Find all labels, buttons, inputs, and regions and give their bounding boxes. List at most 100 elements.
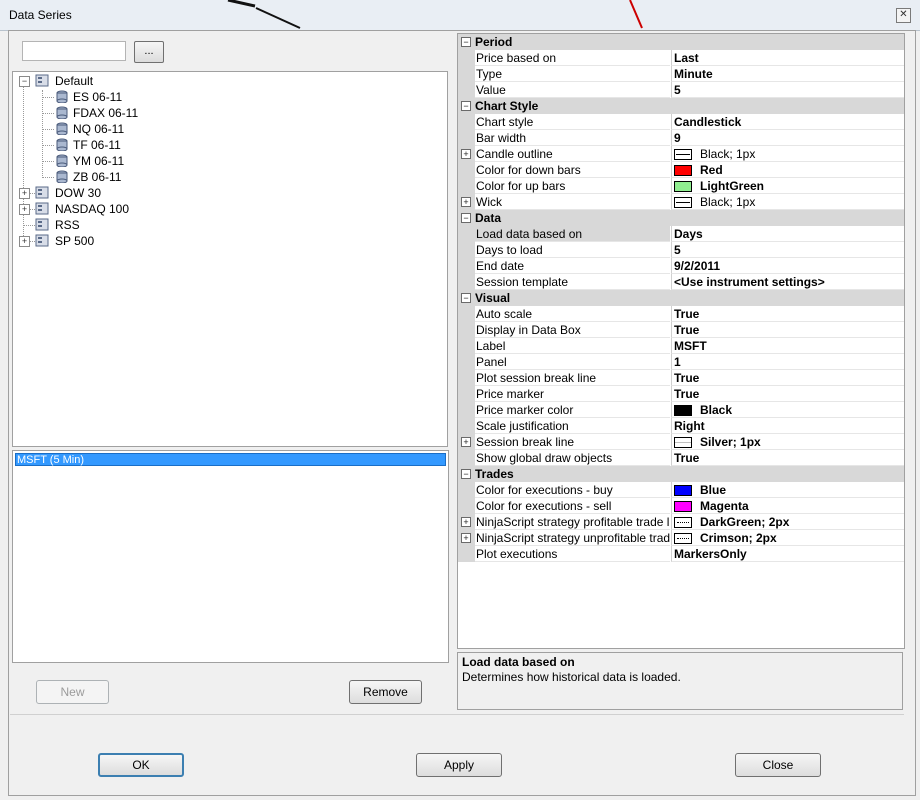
property-row[interactable]: Type Minute (458, 66, 904, 82)
property-value[interactable]: Minute (671, 66, 904, 82)
row-gutter (458, 482, 475, 498)
tree-node-sp500[interactable]: + SP 500 (17, 233, 217, 249)
property-row[interactable]: Price marker color Black (458, 402, 904, 418)
property-value[interactable]: Candlestick (671, 114, 904, 130)
property-value[interactable]: 9 (671, 130, 904, 146)
property-row[interactable]: Chart style Candlestick (458, 114, 904, 130)
tree-leaf[interactable]: TF 06-11 (37, 137, 237, 153)
tree-leaf[interactable]: ZB 06-11 (37, 169, 237, 185)
property-value[interactable]: Magenta (671, 498, 904, 514)
property-row[interactable]: Color for down bars Red (458, 162, 904, 178)
property-value[interactable]: 9/2/2011 (671, 258, 904, 274)
property-value[interactable]: Red (671, 162, 904, 178)
tree-leaf[interactable]: ES 06-11 (37, 89, 237, 105)
property-row[interactable]: Display in Data Box True (458, 322, 904, 338)
property-value[interactable]: True (671, 322, 904, 338)
property-value[interactable]: Last (671, 50, 904, 66)
tree-leaf[interactable]: YM 06-11 (37, 153, 237, 169)
property-value[interactable]: Right (671, 418, 904, 434)
tree-leaf[interactable]: NQ 06-11 (37, 121, 237, 137)
tree-node-default[interactable]: − Default (17, 73, 217, 89)
property-value[interactable]: <Use instrument settings> (671, 274, 904, 290)
property-row[interactable]: End date 9/2/2011 (458, 258, 904, 274)
apply-button[interactable]: Apply (416, 753, 502, 777)
close-icon[interactable]: ✕ (896, 8, 911, 23)
property-row[interactable]: Value 5 (458, 82, 904, 98)
series-list-item[interactable]: MSFT (5 Min) (15, 453, 446, 466)
expand-icon[interactable]: + (461, 197, 471, 207)
property-value[interactable]: True (671, 306, 904, 322)
category-row[interactable]: − Visual (458, 290, 904, 306)
tree-node-dow30[interactable]: + DOW 30 (17, 185, 217, 201)
property-row[interactable]: + Session break line Silver; 1px (458, 434, 904, 450)
property-value[interactable]: MSFT (671, 338, 904, 354)
property-value[interactable]: 5 (671, 82, 904, 98)
collapse-icon[interactable]: − (461, 37, 471, 47)
series-list[interactable]: MSFT (5 Min) (12, 450, 449, 663)
property-row[interactable]: + NinjaScript strategy profitable trade l… (458, 514, 904, 530)
property-row[interactable]: Days to load 5 (458, 242, 904, 258)
instrument-tree[interactable]: − Default ES 06-11 FDAX 06-11 NQ 06-11 T… (12, 71, 448, 447)
property-row[interactable]: Price based on Last (458, 50, 904, 66)
property-value[interactable]: Black; 1px (671, 146, 904, 162)
category-row[interactable]: − Trades (458, 466, 904, 482)
property-row[interactable]: Panel 1 (458, 354, 904, 370)
property-value[interactable]: Crimson; 2px (671, 530, 904, 546)
remove-button[interactable]: Remove (349, 680, 422, 704)
property-value[interactable]: Black; 1px (671, 194, 904, 210)
expand-icon[interactable]: + (461, 517, 471, 527)
close-button[interactable]: Close (735, 753, 821, 777)
property-value[interactable]: True (671, 450, 904, 466)
property-value[interactable]: 5 (671, 242, 904, 258)
collapse-icon[interactable]: − (461, 469, 471, 479)
property-value[interactable]: Blue (671, 482, 904, 498)
property-value[interactable]: Black (671, 402, 904, 418)
expand-icon[interactable]: + (461, 437, 471, 447)
expand-icon[interactable]: + (19, 204, 30, 215)
property-row[interactable]: Color for executions - buy Blue (458, 482, 904, 498)
tree-leaf[interactable]: FDAX 06-11 (37, 105, 237, 121)
property-row[interactable]: Plot executions MarkersOnly (458, 546, 904, 562)
tree-node-rss[interactable]: RSS (17, 217, 217, 233)
property-row[interactable]: Session template <Use instrument settings… (458, 274, 904, 290)
property-row[interactable]: + Wick Black; 1px (458, 194, 904, 210)
expand-icon[interactable]: + (19, 188, 30, 199)
property-row[interactable]: Bar width 9 (458, 130, 904, 146)
browse-button[interactable]: ... (134, 41, 164, 63)
property-value[interactable]: 1 (671, 354, 904, 370)
property-grid[interactable]: − Period Price based on Last Type Minute Value… (457, 33, 905, 649)
property-row[interactable]: Load data based on Days (458, 226, 904, 242)
property-row[interactable]: Auto scale True (458, 306, 904, 322)
property-row[interactable]: Price marker True (458, 386, 904, 402)
property-row[interactable]: Color for up bars LightGreen (458, 178, 904, 194)
instrument-search-input[interactable] (22, 41, 126, 61)
expand-icon[interactable]: + (461, 533, 471, 543)
property-value[interactable]: Days (671, 226, 904, 242)
property-row[interactable]: Color for executions - sell Magenta (458, 498, 904, 514)
property-name: Chart style (475, 114, 670, 130)
expand-icon[interactable]: + (461, 149, 471, 159)
collapse-icon[interactable]: − (461, 293, 471, 303)
property-value[interactable]: MarkersOnly (671, 546, 904, 562)
category-row[interactable]: − Data (458, 210, 904, 226)
property-value[interactable]: Silver; 1px (671, 434, 904, 450)
property-row[interactable]: + Candle outline Black; 1px (458, 146, 904, 162)
collapse-icon[interactable]: − (19, 76, 30, 87)
new-button[interactable]: New (36, 680, 109, 704)
property-value[interactable]: DarkGreen; 2px (671, 514, 904, 530)
property-row[interactable]: Label MSFT (458, 338, 904, 354)
ok-button[interactable]: OK (98, 753, 184, 777)
category-row[interactable]: − Period (458, 34, 904, 50)
property-value[interactable]: True (671, 386, 904, 402)
expand-icon[interactable]: + (19, 236, 30, 247)
property-value[interactable]: LightGreen (671, 178, 904, 194)
category-row[interactable]: − Chart Style (458, 98, 904, 114)
property-row[interactable]: Scale justification Right (458, 418, 904, 434)
property-row[interactable]: Plot session break line True (458, 370, 904, 386)
collapse-icon[interactable]: − (461, 213, 471, 223)
tree-node-nasdaq100[interactable]: + NASDAQ 100 (17, 201, 217, 217)
property-row[interactable]: + NinjaScript strategy unprofitable trade… (458, 530, 904, 546)
property-row[interactable]: Show global draw objects True (458, 450, 904, 466)
collapse-icon[interactable]: − (461, 101, 471, 111)
property-value[interactable]: True (671, 370, 904, 386)
